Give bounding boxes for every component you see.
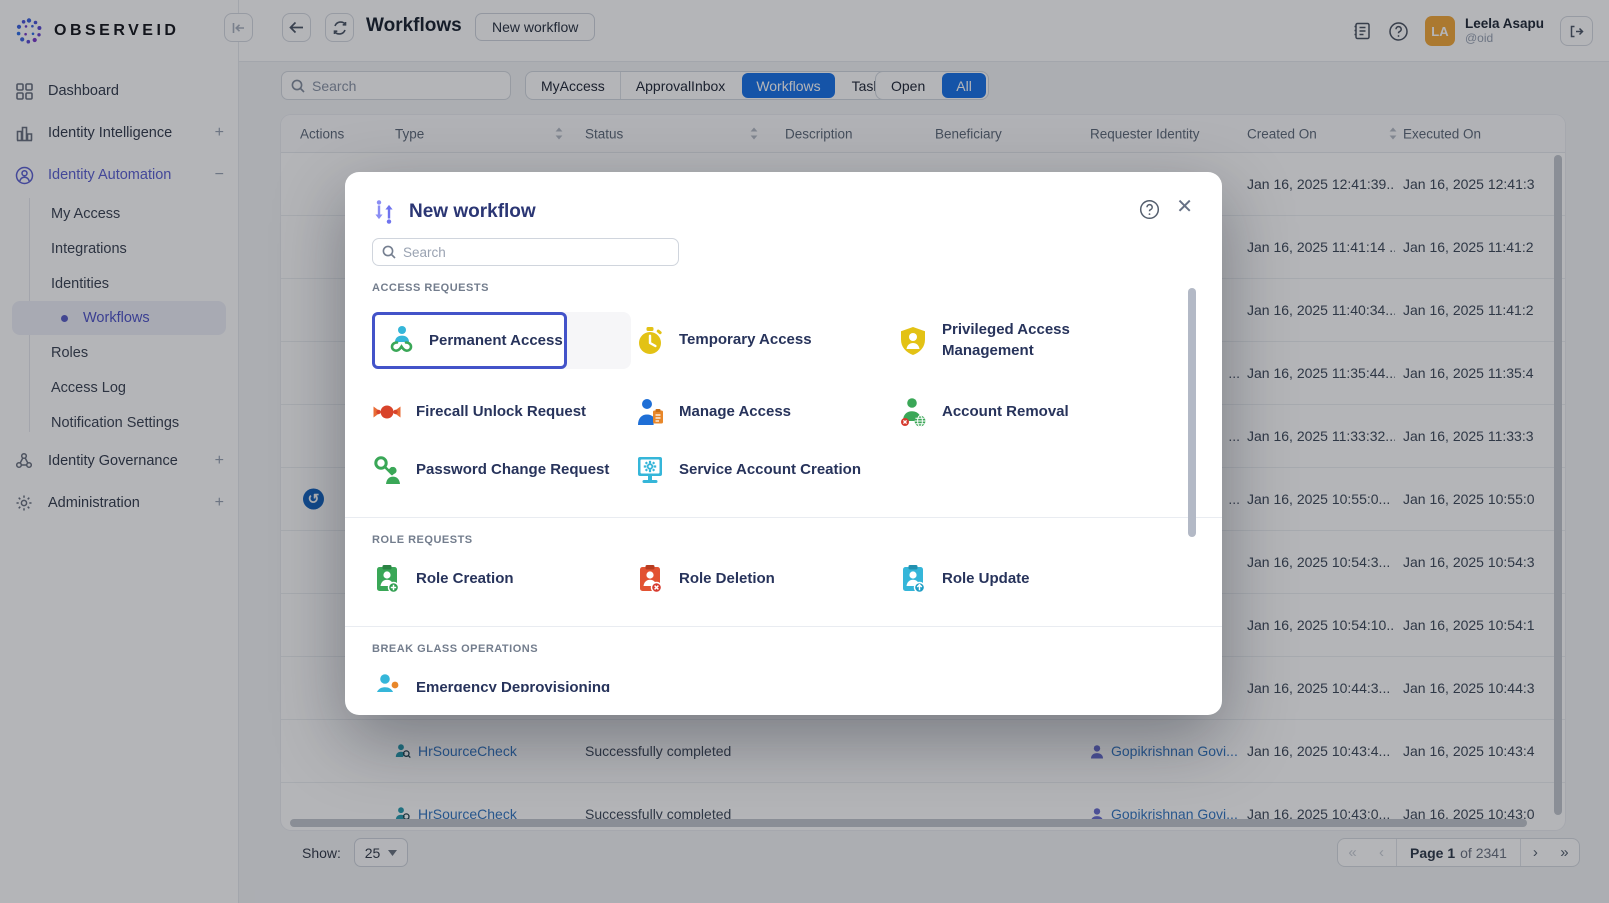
person-emergency-icon <box>372 673 402 692</box>
modal-search-input[interactable] <box>403 245 669 260</box>
workflow-option-emergency-deprovisioning[interactable]: Emergency Deprovisioning <box>372 673 635 692</box>
key-person-icon <box>372 455 402 485</box>
modal-help-icon[interactable] <box>1139 199 1160 220</box>
workflow-option-label: Role Creation <box>416 569 514 589</box>
workflow-option-label: Role Update <box>942 569 1030 589</box>
workflow-option-temporary-access[interactable]: Temporary Access <box>635 326 898 356</box>
role-delete-icon <box>635 564 665 594</box>
selected-tile[interactable]: Permanent Access <box>372 312 567 369</box>
workflow-option-label: Privileged Access Management <box>942 320 1161 361</box>
search-icon <box>382 245 396 259</box>
monitor-gear-icon <box>635 455 665 485</box>
workflow-option-firecall-unlock-request[interactable]: Firecall Unlock Request <box>372 397 635 427</box>
workflow-option-password-change-request[interactable]: Password Change Request <box>372 455 635 485</box>
workflow-option-account-removal[interactable]: Account Removal <box>898 397 1161 427</box>
workflow-option-label: Role Deletion <box>679 569 775 589</box>
app-root: OBSERVEID Dashboard Identity Int <box>0 0 1609 903</box>
role-update-icon <box>898 564 928 594</box>
person-infinity-icon <box>386 324 416 358</box>
access-requests-grid: Permanent Access Temporary Access <box>372 312 1195 485</box>
workflow-option-role-deletion[interactable]: Role Deletion <box>635 564 898 594</box>
workflow-option-label: Firecall Unlock Request <box>416 402 586 422</box>
person-clipboard-icon <box>635 397 665 427</box>
workflow-option-role-update[interactable]: Role Update <box>898 564 1161 594</box>
workflow-option-permanent-access[interactable]: Permanent Access <box>372 312 631 369</box>
modal-title: New workflow <box>409 201 536 223</box>
section-label-role-requests: ROLE REQUESTS <box>372 534 1195 546</box>
workflow-option-label: Manage Access <box>679 402 791 422</box>
section-divider <box>345 517 1222 518</box>
workflow-option-service-account-creation[interactable]: Service Account Creation <box>635 455 898 485</box>
section-label-access-requests: ACCESS REQUESTS <box>372 282 1195 294</box>
workflow-option-label: Service Account Creation <box>679 460 861 480</box>
firecall-icon <box>372 397 402 427</box>
stopwatch-icon <box>635 326 665 356</box>
workflow-option-label: Permanent Access <box>429 332 563 349</box>
workflow-option-label: Account Removal <box>942 402 1069 422</box>
workflow-option-role-creation[interactable]: Role Creation <box>372 564 635 594</box>
modal-body: ACCESS REQUESTS Permanent Access <box>345 272 1222 692</box>
person-remove-globe-icon <box>898 397 928 427</box>
section-divider <box>345 626 1222 627</box>
new-workflow-modal: New workflow ✕ ACCESS REQUESTS <box>345 172 1222 715</box>
workflow-option-privileged-access-management[interactable]: Privileged Access Management <box>898 320 1161 361</box>
modal-header: New workflow ✕ <box>345 172 1222 225</box>
role-requests-grid: Role Creation Role Delet <box>372 564 1195 594</box>
modal-search[interactable] <box>372 238 679 266</box>
workflow-option-label: Temporary Access <box>679 330 812 350</box>
section-label-break-glass: BREAK GLASS OPERATIONS <box>372 643 1195 655</box>
role-add-icon <box>372 564 402 594</box>
modal-close-icon[interactable]: ✕ <box>1176 197 1193 217</box>
workflow-arrows-icon <box>372 199 396 225</box>
modal-scrollbar[interactable] <box>1188 288 1196 537</box>
workflow-option-label: Emergency Deprovisioning <box>416 678 610 692</box>
workflow-option-manage-access[interactable]: Manage Access <box>635 397 898 427</box>
workflow-option-label: Password Change Request <box>416 460 609 480</box>
break-glass-grid: Emergency Deprovisioning <box>372 673 1195 692</box>
shield-person-icon <box>898 326 928 356</box>
